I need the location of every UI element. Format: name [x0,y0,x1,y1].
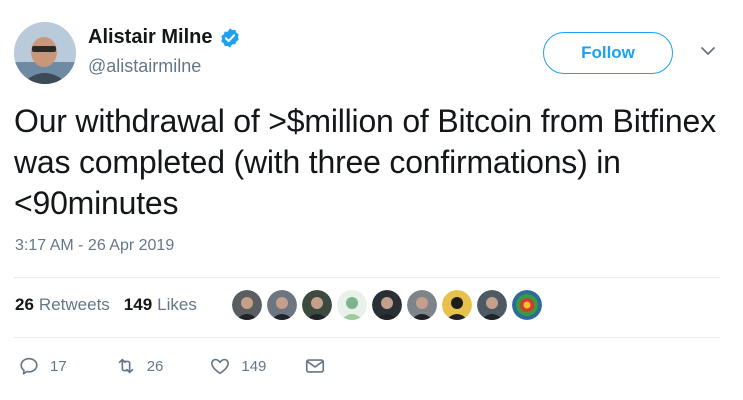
retweet-icon [118,358,133,374]
liker-avatar-1[interactable] [232,290,262,320]
liker-avatar-7[interactable] [442,290,472,320]
divider-top [14,277,720,278]
liker-avatar-9[interactable] [512,290,542,320]
direct-message-action[interactable] [304,355,326,377]
tweet-timestamp[interactable]: 3:17 AM - 26 Apr 2019 [15,237,174,255]
liker-avatar-5[interactable] [372,290,402,320]
liker-avatar-8[interactable] [477,290,507,320]
tweet-text: Our withdrawal of >$million of Bitcoin f… [14,103,716,221]
liker-avatar-6[interactable] [407,290,437,320]
retweets-stat[interactable]: 26 Retweets [15,295,110,315]
envelope-icon [306,359,325,373]
verified-badge-icon [221,27,240,48]
chevron-down-icon[interactable] [699,42,717,60]
likes-count: 149 [123,295,153,314]
tweet-card: Alistair Milne @alistairmilne Follow Our… [0,0,743,400]
reply-count: 17 [50,357,67,375]
likes-label: Likes [157,295,197,314]
like-count: 149 [241,357,267,375]
retweet-count: 26 [146,357,164,375]
reply-action[interactable]: 17 [18,355,67,377]
tweet-actions: 17 26 149 [18,355,326,377]
retweets-count: 26 [15,295,34,314]
divider-bottom [14,337,720,338]
liker-avatar-4[interactable] [337,290,367,320]
name-row: Alistair Milne [88,26,241,49]
follow-button[interactable]: Follow [543,32,673,74]
likes-stat[interactable]: 149 Likes [124,295,197,315]
retweets-label: Retweets [38,295,110,314]
user-avatar[interactable] [14,22,76,84]
like-action[interactable]: 149 [209,355,266,377]
display-name[interactable]: Alistair Milne [88,26,212,49]
likers-avatars [232,290,547,320]
liker-avatar-2[interactable] [267,290,297,320]
engagement-stats: 26 Retweets 149 Likes [15,295,197,315]
retweet-action[interactable]: 26 [115,355,164,377]
heart-icon [211,358,230,375]
reply-icon [20,357,38,375]
liker-avatar-3[interactable] [302,290,332,320]
user-handle[interactable]: @alistairmilne [88,56,201,77]
